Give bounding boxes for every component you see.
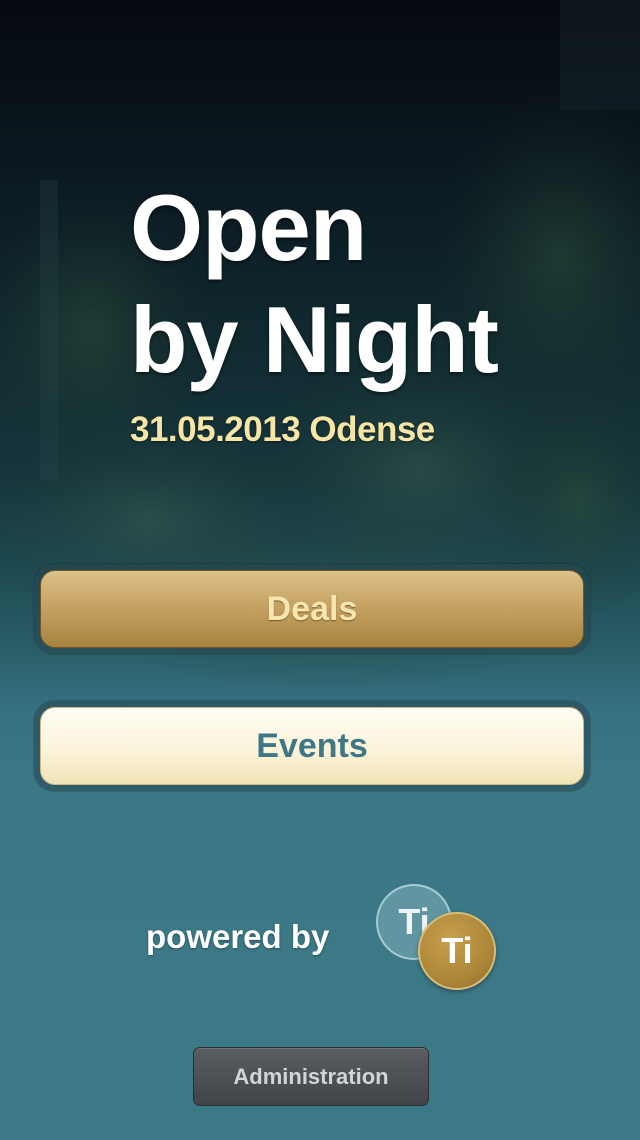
app-title: Open by Night — [130, 172, 499, 396]
app-title-line-2: by Night — [130, 287, 499, 392]
powered-by-label: powered by — [146, 918, 330, 955]
deals-button[interactable]: Deals — [40, 570, 584, 648]
deals-button-frame: Deals — [34, 564, 590, 654]
administration-button[interactable]: Administration — [193, 1047, 429, 1106]
events-button[interactable]: Events — [40, 707, 584, 785]
titanium-logo-front-coin: Ti — [418, 912, 496, 990]
titanium-logo: Ti Ti — [374, 882, 498, 992]
event-date-location: 31.05.2013 Odense — [130, 410, 435, 449]
app-title-line-1: Open — [130, 175, 367, 280]
events-button-frame: Events — [34, 701, 590, 791]
